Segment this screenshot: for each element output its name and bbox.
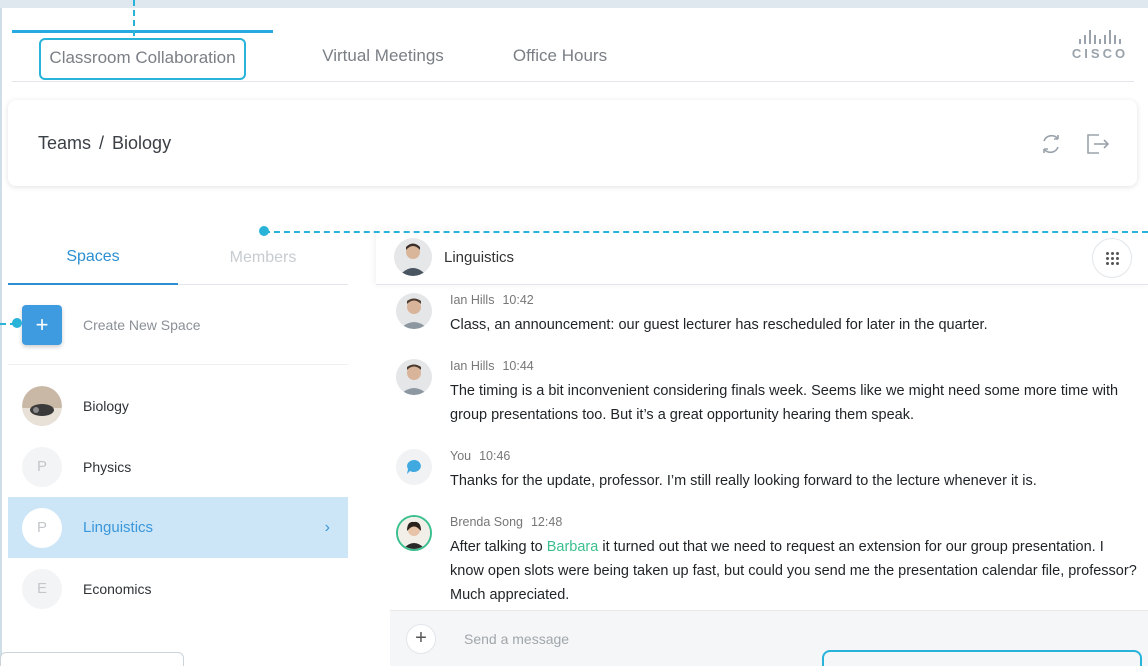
exit-icon[interactable] — [1083, 130, 1111, 163]
cisco-logo: CISCO — [1068, 30, 1132, 61]
tab-virtual-meetings[interactable]: Virtual Meetings — [293, 30, 473, 82]
space-name: Physics — [83, 458, 132, 475]
space-item-economics[interactable]: E Economics — [8, 558, 348, 619]
message-text-part: After talking to — [450, 539, 547, 555]
create-space-label: Create New Space — [83, 316, 201, 333]
attach-button[interactable]: + — [406, 623, 436, 654]
message-meta: Ian Hills 10:44 — [450, 359, 534, 373]
space-list: Biology P Physics P Linguistics › E Econ… — [8, 375, 348, 619]
chat-header: Linguistics — [376, 230, 1148, 285]
brand-name: CISCO — [1071, 46, 1129, 61]
space-name: Linguistics — [83, 519, 154, 536]
annotation-highlight — [39, 38, 246, 80]
create-space-button[interactable]: + — [22, 304, 62, 345]
annotation-dot — [259, 226, 269, 236]
tab-office-hours[interactable]: Office Hours — [490, 30, 630, 82]
avatar — [394, 238, 432, 276]
tab-label: Office Hours — [512, 46, 608, 65]
breadcrumb-current: Biology — [112, 133, 172, 153]
create-space-row[interactable]: + Create New Space — [8, 285, 348, 365]
message-text: Thanks for the update, professor. I’m st… — [450, 473, 1037, 489]
space-item-biology[interactable]: Biology — [8, 375, 348, 436]
tab-members[interactable]: Members — [178, 230, 348, 285]
chevron-right-icon: › — [324, 518, 330, 536]
mention-link[interactable]: Barbara — [547, 539, 599, 555]
sync-icon[interactable] — [1037, 130, 1065, 163]
tab-label: Members — [229, 248, 297, 266]
spaces-panel: Spaces Members + Create New Space Biolog… — [8, 230, 348, 666]
message-text: The timing is a bit inconvenient conside… — [450, 383, 1119, 423]
cisco-bars-icon — [1068, 30, 1132, 44]
breadcrumb: Teams / Biology — [38, 133, 171, 154]
avatar — [396, 515, 432, 551]
message-input[interactable] — [464, 630, 1064, 647]
message-time: 10:44 — [502, 359, 534, 373]
annotation-connector — [133, 0, 135, 36]
chat-bubble-icon — [396, 449, 432, 485]
space-name: Economics — [83, 580, 152, 597]
message-time: 10:42 — [502, 293, 534, 307]
tab-label: Virtual Meetings — [322, 46, 444, 65]
plus-icon: + — [35, 311, 49, 337]
message-time: 10:46 — [479, 449, 511, 463]
space-initial-avatar: P — [22, 507, 62, 548]
biology-photo-avatar — [22, 385, 62, 426]
plus-icon: + — [415, 627, 427, 649]
breadcrumb-parent[interactable]: Teams — [38, 133, 91, 153]
message-text: After talking to Barbara it turned out t… — [450, 535, 1140, 607]
space-item-linguistics[interactable]: P Linguistics › — [8, 497, 348, 558]
grid-icon — [1105, 251, 1119, 265]
apps-grid-button[interactable] — [1092, 238, 1132, 278]
message-meta: Brenda Song 12:48 — [450, 515, 562, 529]
space-initial-avatar: P — [22, 446, 62, 487]
header-actions — [1037, 130, 1111, 163]
chat-title: Linguistics — [444, 248, 515, 266]
message-author: Ian Hills — [450, 359, 495, 373]
message-author: Ian Hills — [450, 293, 495, 307]
breadcrumb-separator: / — [99, 133, 105, 153]
tab-label: Spaces — [66, 247, 120, 265]
avatar — [396, 293, 432, 329]
message-author: Brenda Song — [450, 515, 523, 529]
tab-spaces[interactable]: Spaces — [8, 230, 178, 285]
space-name: Biology — [83, 397, 129, 414]
callout-box — [0, 652, 184, 666]
message-time: 12:48 — [530, 515, 563, 529]
panel-tabs: Spaces Members — [8, 230, 348, 285]
breadcrumb-panel: Teams / Biology — [8, 100, 1137, 186]
annotation-dot — [12, 318, 22, 328]
avatar — [396, 359, 432, 395]
annotation-connector — [264, 231, 1148, 233]
message-meta: Ian Hills 10:42 — [450, 293, 534, 307]
message-author: You — [450, 449, 472, 463]
annotation-highlight — [822, 650, 1142, 666]
message-text: Class, an announcement: our guest lectur… — [450, 317, 988, 333]
message-meta: You 10:46 — [450, 449, 510, 463]
chat-panel: Linguistics Ian Hills 10:42 Class, an ann… — [376, 230, 1148, 666]
space-initial-avatar: E — [22, 568, 62, 609]
space-item-physics[interactable]: P Physics — [8, 436, 348, 497]
